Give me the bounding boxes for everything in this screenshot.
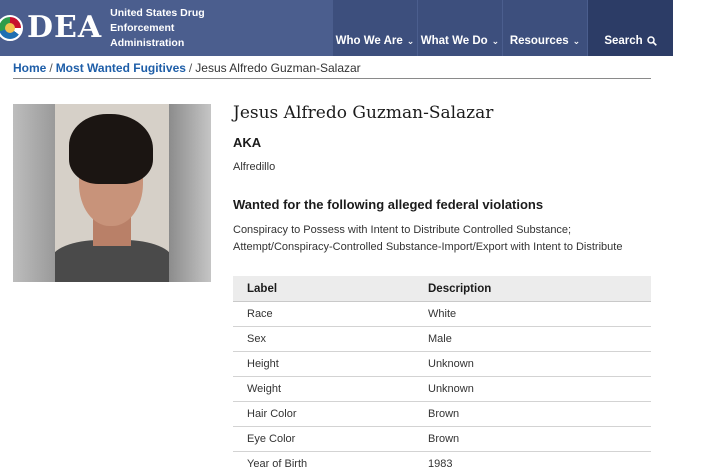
breadcrumb-most-wanted-link[interactable]: Most Wanted Fugitives — [56, 61, 186, 75]
row-value: Brown — [428, 433, 460, 445]
breadcrumb-current: Jesus Alfredo Guzman-Salazar — [195, 61, 361, 75]
table-row: Race White — [233, 302, 651, 327]
breadcrumb-separator: / — [49, 61, 53, 75]
nav-resources-label: Resources — [509, 35, 569, 47]
row-label: Year of Birth — [247, 458, 308, 469]
violations-heading: Wanted for the following alleged federal… — [233, 197, 544, 212]
aka-heading: AKA — [233, 135, 262, 150]
photo-blur-left — [13, 104, 55, 282]
row-label: Eye Color — [247, 433, 296, 445]
table-row: Height Unknown — [233, 352, 651, 377]
breadcrumb-home-link[interactable]: Home — [13, 61, 46, 75]
nav-search[interactable]: Search — [588, 0, 673, 56]
breadcrumb: Home / Most Wanted Fugitives / Jesus Alfredo… — [13, 60, 361, 76]
portrait-shirt — [55, 240, 169, 282]
table-row: Hair Color Brown — [233, 402, 651, 427]
row-label: Sex — [247, 333, 266, 345]
row-value: Male — [428, 333, 452, 345]
header-margin — [673, 0, 720, 56]
row-label: Height — [247, 358, 279, 370]
photo-blur-right — [169, 104, 211, 282]
row-label: Hair Color — [247, 408, 297, 420]
table-header-row: Label Description — [233, 276, 651, 302]
dea-logo-link[interactable]: DEA United States Drug Enforcement Admin… — [0, 6, 250, 51]
row-label: Race — [247, 308, 273, 320]
row-value: Unknown — [428, 358, 474, 370]
table-row: Weight Unknown — [233, 377, 651, 402]
agency-name: United States Drug Enforcement Administr… — [110, 6, 250, 51]
aka-value: Alfredillo — [233, 161, 276, 173]
search-icon — [646, 35, 657, 47]
nav-what-we-do[interactable]: What We Do ⌄ — [418, 0, 502, 56]
details-table: Label Description Race White Sex Male He… — [233, 276, 651, 469]
row-value: 1983 — [428, 458, 453, 469]
site-header: DEA United States Drug Enforcement Admin… — [0, 0, 673, 56]
nav-who-we-are-label: Who We Are — [335, 35, 403, 47]
violation-line-1: Conspiracy to Possess with Intent to Dis… — [233, 224, 572, 236]
nav-resources[interactable]: Resources ⌄ — [503, 0, 587, 56]
portrait-hair — [69, 114, 153, 184]
agency-name-line2: Administration — [110, 36, 185, 49]
agency-name-line1: United States Drug Enforcement — [110, 6, 205, 34]
nav-search-label: Search — [604, 35, 643, 47]
table-header-label: Label — [247, 283, 278, 295]
logo-text: DEA — [27, 10, 103, 45]
fugitive-name: Jesus Alfredo Guzman-Salazar — [233, 103, 494, 123]
breadcrumb-divider — [13, 78, 651, 79]
row-value: Brown — [428, 408, 460, 420]
dea-seal-icon — [0, 15, 23, 41]
fugitive-photo — [13, 104, 211, 282]
breadcrumb-separator: / — [188, 61, 193, 75]
nav-what-we-do-label: What We Do — [420, 35, 488, 47]
chevron-down-icon: ⌄ — [491, 36, 500, 46]
row-value: White — [428, 308, 457, 320]
nav-who-we-are[interactable]: Who We Are ⌄ — [333, 0, 417, 56]
chevron-down-icon: ⌄ — [572, 36, 581, 46]
violations-text: Conspiracy to Possess with Intent to Dis… — [233, 222, 622, 256]
table-header-description: Description — [428, 283, 492, 295]
table-row: Sex Male — [233, 327, 651, 352]
table-row: Year of Birth 1983 — [233, 452, 651, 469]
row-label: Weight — [247, 383, 282, 395]
table-row: Eye Color Brown — [233, 427, 651, 452]
row-value: Unknown — [428, 383, 474, 395]
photo-portrait — [55, 104, 169, 282]
chevron-down-icon: ⌄ — [406, 36, 415, 46]
violation-line-2: Attempt/Conspiracy-Controlled Substance-… — [233, 241, 623, 253]
